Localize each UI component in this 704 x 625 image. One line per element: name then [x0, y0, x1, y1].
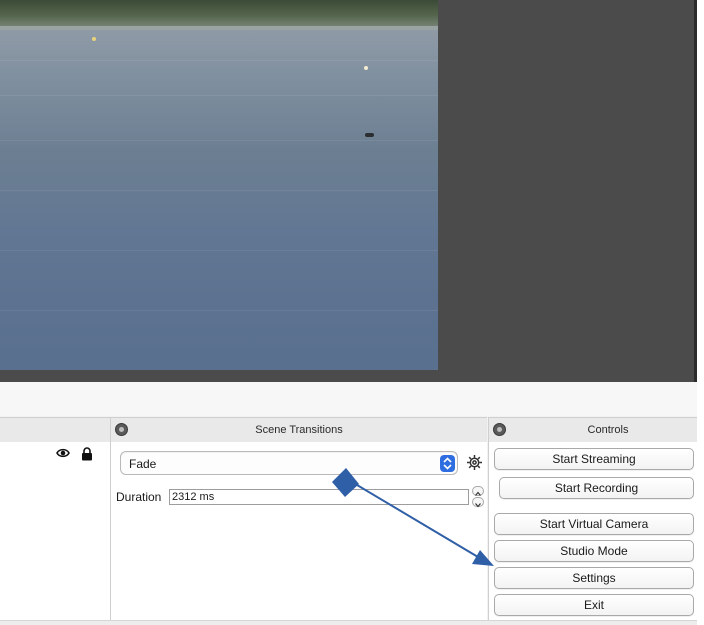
- controls-dock-title: Controls: [587, 424, 629, 436]
- start-streaming-button[interactable]: Start Streaming: [494, 448, 694, 470]
- transition-select-value: Fade: [129, 457, 157, 471]
- sources-list[interactable]: [0, 442, 110, 625]
- gear-icon[interactable]: [466, 454, 483, 471]
- dock-gap: [0, 382, 697, 416]
- window-edge: [694, 0, 697, 382]
- preview-lake-image: [0, 0, 438, 370]
- eye-icon[interactable]: [56, 447, 70, 459]
- exit-button[interactable]: Exit: [494, 594, 694, 616]
- ripple: [0, 310, 438, 311]
- ripple: [0, 250, 438, 251]
- transitions-dock-title: Scene Transitions: [255, 424, 343, 436]
- duck: [365, 133, 374, 137]
- duration-label: Duration: [116, 490, 162, 504]
- ripple: [0, 140, 438, 141]
- buoy: [364, 66, 368, 70]
- chevron-updown-icon: [440, 455, 455, 472]
- obs-window: Scene Transitions Fade Duration Controls…: [0, 0, 704, 625]
- ripple: [0, 190, 438, 191]
- buoy: [92, 37, 96, 41]
- ripple: [0, 60, 438, 61]
- treeline: [0, 0, 438, 28]
- sources-dock-header: [0, 417, 110, 443]
- lock-icon[interactable]: [81, 447, 93, 461]
- float-dock-icon[interactable]: [493, 423, 506, 436]
- studio-mode-button[interactable]: Studio Mode: [494, 540, 694, 562]
- start-recording-button[interactable]: Start Recording: [499, 477, 694, 499]
- duration-input[interactable]: [169, 489, 469, 505]
- transition-select[interactable]: Fade: [120, 451, 458, 475]
- duration-decrement-button[interactable]: [472, 497, 484, 508]
- start-virtual-camera-button[interactable]: Start Virtual Camera: [494, 513, 694, 535]
- duration-increment-button[interactable]: [472, 486, 484, 496]
- shoreline: [0, 26, 438, 30]
- dock-bottom-edge: [0, 620, 697, 625]
- settings-button[interactable]: Settings: [494, 567, 694, 589]
- ripple: [0, 95, 438, 96]
- controls-dock-header: Controls: [489, 417, 697, 443]
- transitions-dock-header: Scene Transitions: [111, 417, 487, 443]
